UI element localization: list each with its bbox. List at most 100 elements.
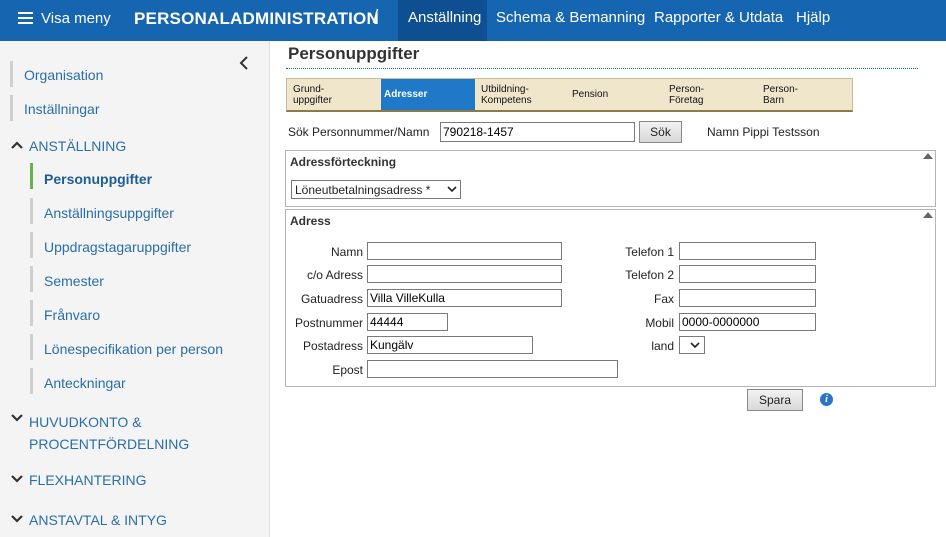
land-select[interactable]	[679, 336, 705, 354]
tab-label: Person-	[763, 83, 799, 95]
employee-name: Namn Pippi Testsson	[707, 125, 820, 139]
collapse-panel-icon[interactable]	[923, 153, 933, 159]
collapse-panel-icon[interactable]	[923, 212, 933, 218]
tab-utbildning-kompetens[interactable]: Utbildning- Kompetens	[475, 79, 569, 110]
sidebar-indicator	[30, 334, 33, 360]
sidebar-indicator	[30, 300, 33, 326]
epost-field[interactable]	[367, 360, 618, 378]
nav-tab-schema-bemanning[interactable]: Schema & Bemanning	[496, 0, 645, 41]
land-label: land	[651, 339, 674, 353]
mobil-label: Mobil	[645, 316, 674, 330]
sidebar-section-anstallning[interactable]: ANSTÄLLNING	[10, 138, 126, 154]
chevron-down-icon	[11, 515, 23, 523]
telefon2-field[interactable]	[679, 265, 816, 283]
tab-label: Utbildning-	[481, 83, 529, 95]
sidebar-item-semester[interactable]: Semester	[44, 273, 104, 289]
tab-grunduppgifter[interactable]: Grund-uppgifter	[287, 79, 381, 110]
co-label: c/o Adress	[306, 268, 363, 282]
sidebar-section-label: ANSTÄLLNING	[29, 138, 127, 154]
search-label: Sök Personnummer/Namn	[288, 125, 430, 139]
namn-field[interactable]	[367, 242, 562, 260]
sidebar-item-organisation[interactable]: Organisation	[24, 67, 103, 83]
postnummer-field[interactable]	[367, 313, 448, 331]
chevron-down-icon	[690, 342, 700, 349]
sidebar-item-personuppgifter[interactable]: Personuppgifter	[44, 171, 152, 187]
epost-label: Epost	[332, 363, 363, 377]
address-list-panel: Adressförteckning Löneutbetalningsadress…	[285, 150, 936, 207]
tab-pension[interactable]: Pension	[569, 79, 663, 110]
sub-tab-bar: Grund-uppgifter Adresser Utbildning- Komp…	[286, 78, 853, 112]
fax-label: Fax	[653, 292, 674, 306]
sidebar-section-anstavtal[interactable]: ANSTAVTAL & INTYG	[10, 512, 167, 528]
sidebar-indicator	[10, 95, 13, 121]
tab-person-foretag[interactable]: Person- Företag	[663, 79, 757, 110]
gatuadress-label: Gatuadress	[300, 292, 363, 306]
sidebar-indicator	[30, 232, 33, 258]
info-icon[interactable]: i	[820, 393, 833, 406]
sidebar-section-label: ANSTAVTAL & INTYG	[29, 512, 167, 528]
sidebar-section-huvudkonto[interactable]: HUVUDKONTO & PROCENTFÖRDELNING	[10, 411, 189, 455]
page-title: Personuppgifter	[288, 44, 420, 63]
sidebar-indicator	[30, 198, 33, 224]
tab-label: Adresser	[384, 89, 428, 100]
nav-tab-rapporter-utdata[interactable]: Rapporter & Utdata	[654, 0, 783, 41]
chevron-down-icon	[447, 186, 457, 193]
gatuadress-field[interactable]	[367, 289, 562, 307]
address-list-title: Adressförteckning	[290, 155, 397, 169]
postadress-field[interactable]	[367, 336, 533, 354]
sidebar-item-franvaro[interactable]: Frånvaro	[44, 307, 100, 323]
collapse-sidebar-icon[interactable]	[237, 55, 251, 71]
postnummer-label: Postnummer	[294, 316, 363, 330]
namn-label: Namn	[330, 245, 363, 259]
sidebar-indicator	[30, 266, 33, 292]
co-field[interactable]	[367, 265, 562, 283]
sidebar-section-label: HUVUDKONTO &	[29, 414, 142, 430]
title-separator: /	[373, 7, 379, 28]
title-divider	[286, 68, 918, 69]
sidebar: Organisation Inställningar ANSTÄLLNING P…	[0, 41, 270, 537]
sidebar-section-label-line2: PROCENTFÖRDELNING	[29, 436, 190, 452]
nav-tab-hjalp[interactable]: Hjälp	[796, 0, 830, 41]
chevron-down-icon	[11, 414, 23, 422]
sidebar-item-anteckningar[interactable]: Anteckningar	[44, 375, 126, 391]
sidebar-active-indicator	[30, 163, 33, 189]
tab-adresser[interactable]: Adresser	[381, 79, 475, 110]
search-button[interactable]: Sök	[639, 121, 682, 143]
mobil-field[interactable]	[679, 313, 816, 331]
sidebar-item-anstallningsuppgifter[interactable]: Anställningsuppgifter	[44, 205, 174, 221]
tab-label-line2: Kompetens	[481, 94, 532, 106]
fax-field[interactable]	[679, 289, 816, 307]
address-type-value: Löneutbetalningsadress *	[295, 182, 431, 197]
address-title: Adress	[290, 214, 331, 228]
save-button[interactable]: Spara	[747, 389, 803, 411]
name-label: Namn	[707, 125, 740, 139]
telefon2-label: Telefon 2	[625, 268, 674, 282]
chevron-up-icon	[11, 141, 23, 149]
tab-person-barn[interactable]: Person- Barn	[757, 79, 851, 110]
name-value: Pippi Testsson	[742, 125, 820, 139]
sidebar-item-uppdragstagaruppgifter[interactable]: Uppdragstagaruppgifter	[44, 239, 191, 255]
sidebar-section-label: FLEXHANTERING	[29, 472, 147, 488]
telefon1-field[interactable]	[679, 242, 816, 260]
sidebar-item-lonespecifikation[interactable]: Lönespecifikation per person	[44, 341, 223, 357]
tab-label: Pension	[572, 89, 609, 100]
show-menu-button[interactable]: Visa meny	[18, 0, 111, 36]
hamburger-icon	[18, 12, 33, 24]
tab-label-line2: uppgifter	[293, 94, 332, 106]
tab-label: Grund-	[293, 83, 325, 95]
chevron-down-icon	[11, 475, 23, 483]
search-input[interactable]	[440, 122, 635, 142]
tab-label-line2: Barn	[763, 94, 785, 106]
postadress-label: Postadress	[302, 339, 363, 353]
tab-label-line2: Företag	[669, 94, 704, 106]
sidebar-item-installningar[interactable]: Inställningar	[24, 101, 100, 117]
show-menu-label: Visa meny	[41, 9, 111, 27]
sidebar-section-flexhantering[interactable]: FLEXHANTERING	[10, 472, 146, 488]
sidebar-indicator	[30, 368, 33, 394]
address-type-select[interactable]: Löneutbetalningsadress *	[291, 180, 461, 199]
nav-tab-anstallning[interactable]: Anställning	[398, 0, 487, 41]
telefon1-label: Telefon 1	[625, 245, 674, 259]
top-bar: Visa meny PERSONALADMINISTRATION / Anstä…	[0, 0, 946, 41]
tab-label: Person-	[669, 83, 705, 95]
app-title: PERSONALADMINISTRATION	[134, 9, 379, 28]
